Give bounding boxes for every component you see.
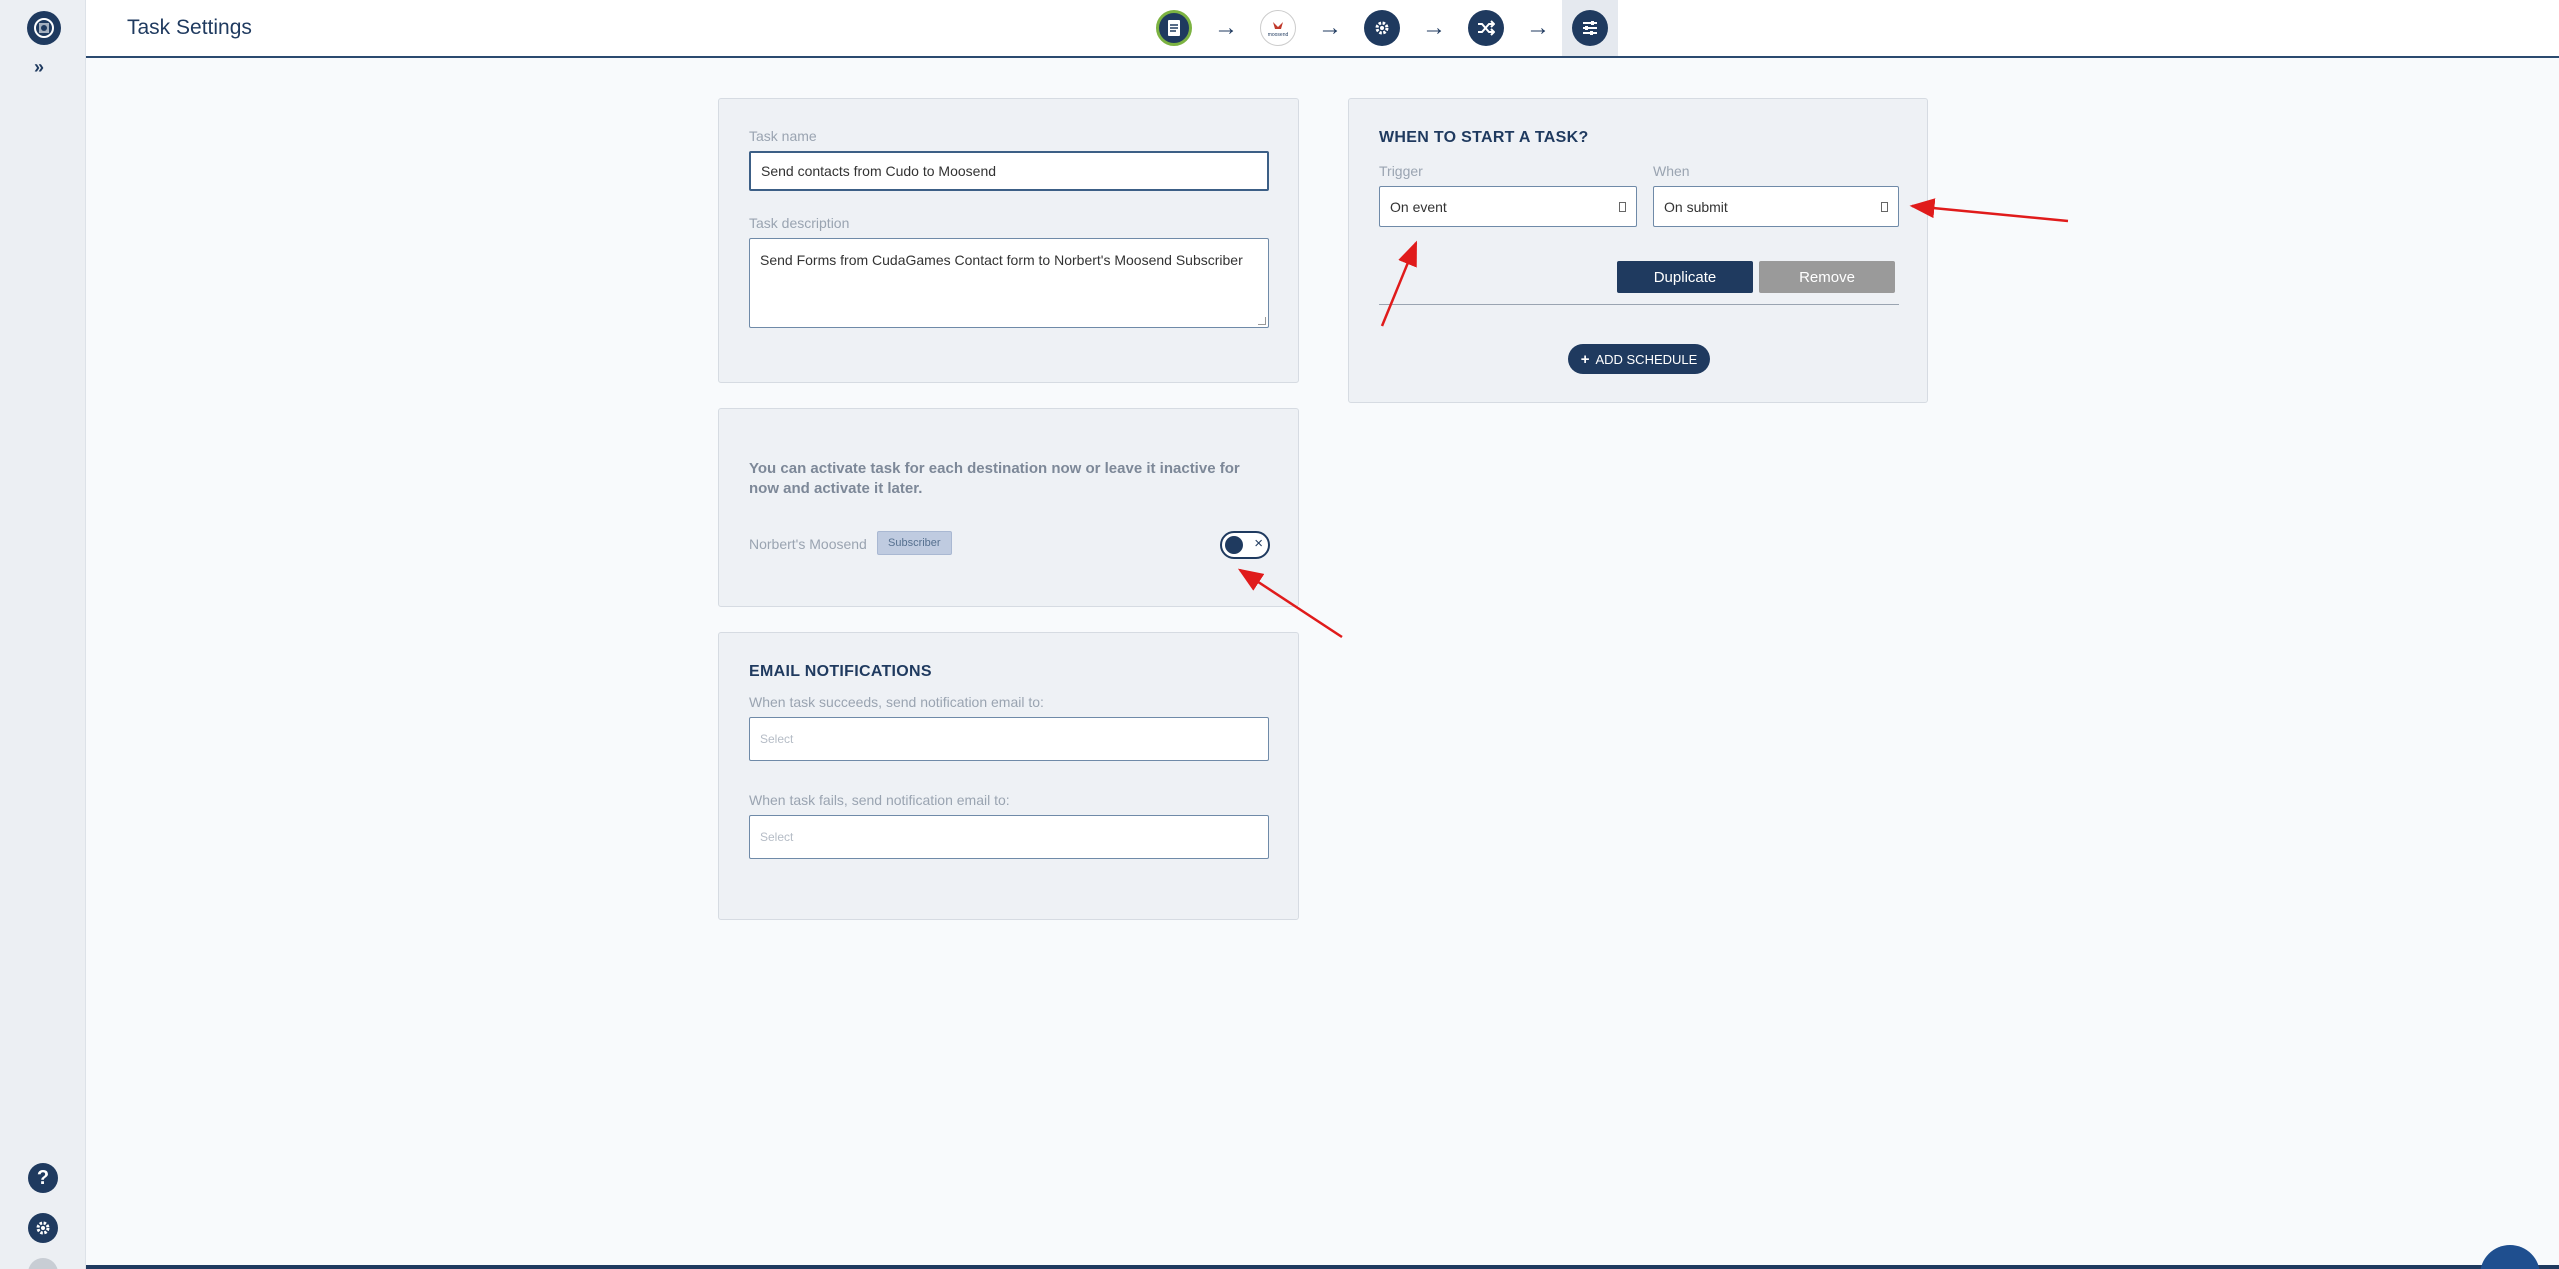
sidebar: » ? <box>0 0 86 1269</box>
resize-handle-icon[interactable] <box>1258 317 1266 325</box>
destination-badge: Subscriber <box>877 531 952 555</box>
dropdown-caret-icon <box>1619 201 1626 212</box>
step-gear-icon[interactable] <box>1364 10 1400 46</box>
success-email-select[interactable]: Select <box>749 717 1269 761</box>
trigger-label: Trigger <box>1379 163 1423 179</box>
avatar[interactable] <box>28 1258 58 1269</box>
step-moosend-logo-icon[interactable]: moosend <box>1260 10 1296 46</box>
workflow-steps: → moosend → → → <box>1146 0 1618 56</box>
email-notifications-card: EMAIL NOTIFICATIONS When task succeeds, … <box>718 632 1299 920</box>
bottom-bar <box>86 1265 2559 1269</box>
question-icon[interactable]: ? <box>28 1163 58 1193</box>
trigger-select[interactable]: On event <box>1379 186 1637 227</box>
destination-name: Norbert's Moosend <box>749 536 867 552</box>
step-source-form-icon[interactable] <box>1156 10 1192 46</box>
plus-icon: + <box>1580 350 1590 368</box>
step-sliders-icon[interactable] <box>1572 10 1608 46</box>
duplicate-button[interactable]: Duplicate <box>1617 261 1753 293</box>
schedule-card: WHEN TO START A TASK? Trigger On event W… <box>1348 98 1928 403</box>
dropdown-caret-icon <box>1881 201 1888 212</box>
fail-email-select[interactable]: Select <box>749 815 1269 859</box>
fail-email-label: When task fails, send notification email… <box>749 792 1010 808</box>
destination-active-toggle[interactable]: × <box>1220 531 1270 559</box>
add-schedule-button[interactable]: + ADD SCHEDULE <box>1568 344 1710 374</box>
activation-card: You can activate task for each destinati… <box>718 408 1299 607</box>
task-description-textarea[interactable]: Send Forms from CudaGames Contact form t… <box>749 238 1269 328</box>
gear-icon[interactable] <box>28 1213 58 1243</box>
divider <box>1379 304 1899 305</box>
arrow-right-icon: → <box>1318 14 1342 41</box>
schedule-heading: WHEN TO START A TASK? <box>1379 129 1589 146</box>
when-select-value: On submit <box>1664 198 1728 215</box>
remove-button[interactable]: Remove <box>1759 261 1895 293</box>
when-select[interactable]: On submit <box>1653 186 1899 227</box>
toggle-knob <box>1225 536 1243 554</box>
chat-widget-icon[interactable] <box>2480 1245 2540 1269</box>
task-description-text: Send Forms from CudaGames Contact form t… <box>760 252 1243 268</box>
task-details-card: Task name Send contacts from Cudo to Moo… <box>718 98 1299 383</box>
task-name-input[interactable]: Send contacts from Cudo to Moosend <box>749 151 1269 191</box>
close-icon: × <box>1254 535 1263 552</box>
double-chevron-right-icon[interactable]: » <box>34 57 44 78</box>
header: Task Settings → moosend → → → <box>86 0 2559 58</box>
step-shuffle-icon[interactable] <box>1468 10 1504 46</box>
page-title: Task Settings <box>127 16 252 39</box>
arrow-right-icon: → <box>1422 14 1446 41</box>
when-label: When <box>1653 163 1690 179</box>
trigger-select-value: On event <box>1390 198 1447 215</box>
svg-text:moosend: moosend <box>1268 32 1289 38</box>
email-notifications-heading: EMAIL NOTIFICATIONS <box>749 663 932 680</box>
arrow-right-icon: → <box>1526 14 1550 41</box>
add-schedule-label: ADD SCHEDULE <box>1595 351 1698 367</box>
task-description-label: Task description <box>749 215 850 231</box>
success-email-label: When task succeeds, send notification em… <box>749 694 1044 710</box>
arrow-right-icon: → <box>1214 14 1238 41</box>
activation-info: You can activate task for each destinati… <box>749 460 1240 497</box>
task-name-label: Task name <box>749 128 817 144</box>
app-logo[interactable] <box>27 11 61 45</box>
